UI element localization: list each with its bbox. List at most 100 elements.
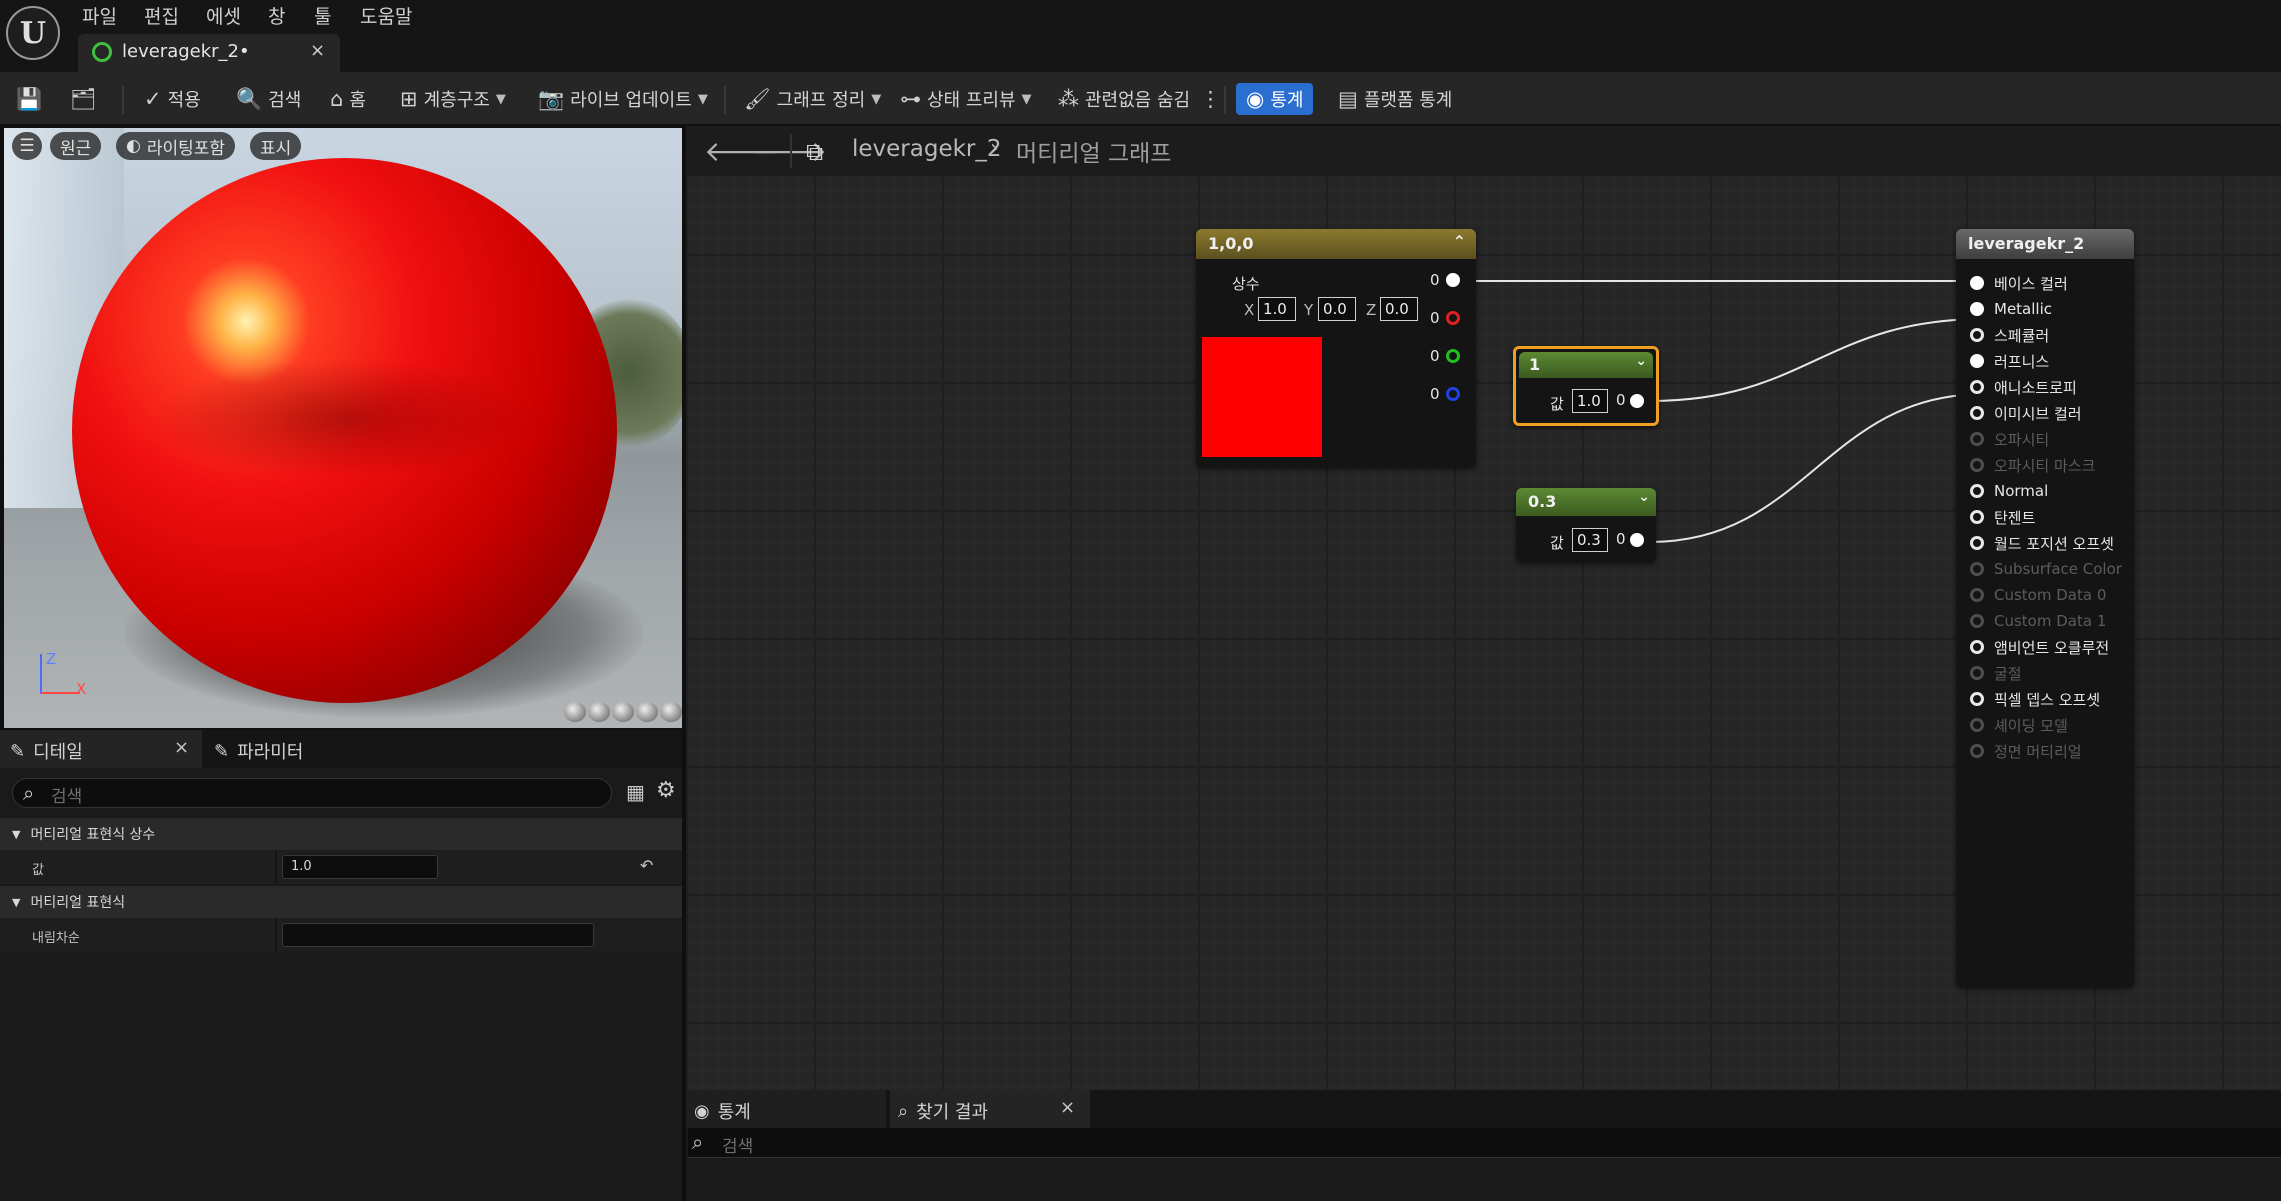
menu-tools[interactable]: 툴	[314, 2, 331, 29]
menu-help[interactable]: 도움말	[360, 2, 412, 29]
material-input-pin-row[interactable]: Custom Data 1	[1970, 609, 2106, 633]
constant-node-1[interactable]: 1 ⌄ 값 1.0 0	[1513, 346, 1659, 426]
material-input-pin-row[interactable]: 오파시티 마스크	[1970, 453, 2095, 477]
tab-stats[interactable]: ◉ 통계	[686, 1090, 886, 1128]
material-input-pin-row[interactable]: 픽셀 뎁스 오프셋	[1970, 687, 2100, 711]
menu-file[interactable]: 파일	[82, 2, 117, 29]
menu-window[interactable]: 창	[268, 2, 285, 29]
material-input-pin-row[interactable]: 탄젠트	[1970, 505, 2035, 529]
close-icon[interactable]: ×	[310, 40, 325, 61]
chevron-up-icon[interactable]: ⌃	[1453, 232, 1466, 251]
value-input[interactable]: 0.3	[1572, 528, 1608, 552]
input-pin[interactable]	[1970, 406, 1984, 420]
details-search-input[interactable]: ⌕ 검색	[12, 778, 612, 808]
value-input[interactable]: 1.0	[282, 855, 438, 879]
constant-node-2[interactable]: 0.3 ⌄ 값 0.3 0	[1516, 488, 1656, 562]
chevron-down-icon[interactable]: ⌄	[1635, 353, 1647, 369]
desc-input[interactable]	[282, 923, 594, 947]
output-g-pin[interactable]	[1446, 349, 1460, 363]
input-pin[interactable]	[1970, 380, 1984, 394]
material-output-node[interactable]: leveragekr_2 베이스 컬러 Metallic 스페큘러 러프니스 애니소트로…	[1956, 229, 2134, 987]
material-input-pin-row[interactable]: Custom Data 0	[1970, 583, 2106, 607]
section-material-expression-constant[interactable]: ▼ 머티리얼 표현식 상수	[0, 818, 682, 850]
input-pin[interactable]	[1970, 588, 1984, 602]
output-rgb-pin[interactable]	[1446, 273, 1460, 287]
home-button[interactable]: ⌂ 홈	[330, 83, 366, 115]
z-value-input[interactable]: 0.0	[1380, 297, 1418, 321]
apply-button[interactable]: ✓ 적용	[144, 83, 201, 115]
material-preview-viewport[interactable]: ☰ 원근 ◐ 라이팅포함 표시 Z X	[4, 128, 682, 728]
value-input[interactable]: 1.0	[1572, 389, 1608, 413]
material-input-pin-row[interactable]: 베이스 컬러	[1970, 271, 2068, 295]
crumb-asset[interactable]: leveragekr_2	[852, 136, 1002, 162]
output-b-pin[interactable]	[1446, 387, 1460, 401]
input-pin[interactable]	[1970, 692, 1984, 706]
material-input-pin-row[interactable]: 셰이딩 모델	[1970, 713, 2068, 737]
material-input-pin-row[interactable]: Metallic	[1970, 297, 2052, 321]
input-pin[interactable]	[1970, 432, 1984, 446]
unreal-logo[interactable]: U	[6, 6, 60, 60]
search-button[interactable]: 🔍 검색	[236, 83, 301, 115]
sphere-preview-icon[interactable]	[588, 702, 610, 722]
material-input-pin-row[interactable]: 정면 머티리얼	[1970, 739, 2082, 763]
material-input-pin-row[interactable]: 월드 포지션 오프셋	[1970, 531, 2114, 555]
show-button[interactable]: 표시	[250, 132, 302, 160]
table-view-icon[interactable]: ▦	[626, 780, 645, 804]
constant3vector-node[interactable]: 1,0,0 ⌃ 상수 X 1.0 Y 0.0 Z 0.0 0 0 0 0	[1196, 229, 1476, 467]
state-preview-dropdown[interactable]: ⊶ 상태 프리뷰 ▼	[900, 83, 1032, 115]
tab-find-results[interactable]: ⌕ 찾기 결과 ×	[890, 1090, 1090, 1128]
input-pin[interactable]	[1970, 354, 1984, 368]
input-pin[interactable]	[1970, 276, 1984, 290]
tab-details[interactable]: ✎ 디테일 ×	[0, 730, 202, 768]
tab-parameters[interactable]: ✎ 파라미터	[214, 738, 303, 764]
menu-asset[interactable]: 에셋	[206, 2, 241, 29]
lit-mode-button[interactable]: ◐ 라이팅포함	[116, 132, 236, 160]
reset-arrow-icon[interactable]: ↶	[640, 856, 653, 875]
browse-button[interactable]: 🗂	[70, 83, 103, 115]
viewport-menu-button[interactable]: ☰	[12, 132, 42, 160]
graph-cleanup-dropdown[interactable]: 🖌 그래프 정리 ▼	[744, 83, 881, 115]
material-input-pin-row[interactable]: 러프니스	[1970, 349, 2049, 373]
material-input-pin-row[interactable]: 애니소트로피	[1970, 375, 2077, 399]
input-pin[interactable]	[1970, 302, 1984, 316]
output-r-pin[interactable]	[1446, 311, 1460, 325]
material-input-pin-row[interactable]: 앰비언트 오클루전	[1970, 635, 2109, 659]
input-pin[interactable]	[1970, 328, 1984, 342]
gear-icon[interactable]: ⚙	[656, 778, 676, 803]
material-input-pin-row[interactable]: 이미시브 컬러	[1970, 401, 2082, 425]
cylinder-preview-icon[interactable]	[564, 702, 586, 722]
hide-unrelated-button[interactable]: ⁂ 관련없음 숨김	[1058, 83, 1190, 115]
input-pin[interactable]	[1970, 744, 1984, 758]
document-tab[interactable]: leveragekr_2• ×	[78, 34, 340, 72]
chevron-down-icon[interactable]: ⌄	[1638, 489, 1650, 505]
input-pin[interactable]	[1970, 562, 1984, 576]
save-button[interactable]: 💾	[16, 83, 48, 115]
hierarchy-dropdown[interactable]: ⊞ 계층구조 ▼	[400, 83, 506, 115]
custom-mesh-preview-icon[interactable]	[660, 702, 682, 722]
input-pin[interactable]	[1970, 458, 1984, 472]
menu-edit[interactable]: 편집	[144, 2, 179, 29]
close-icon[interactable]: ×	[1060, 1097, 1075, 1118]
stats-button[interactable]: ◉ 통계	[1236, 83, 1314, 115]
cube-preview-icon[interactable]	[636, 702, 658, 722]
platform-stats-button[interactable]: ▤ 플랫폼 통계	[1338, 83, 1452, 115]
output-pin[interactable]	[1630, 533, 1644, 547]
material-graph-canvas[interactable]: 🡐 🡒 ⧉ leveragekr_2 › 머티리얼 그래프 1,0,0 ⌃ 상수…	[686, 126, 2281, 1090]
more-options-button[interactable]: ⋮	[1200, 83, 1227, 115]
material-input-pin-row[interactable]: Subsurface Color	[1970, 557, 2122, 581]
material-input-pin-row[interactable]: 굴절	[1970, 661, 2022, 685]
plane-preview-icon[interactable]	[612, 702, 634, 722]
input-pin[interactable]	[1970, 510, 1984, 524]
input-pin[interactable]	[1970, 640, 1984, 654]
material-input-pin-row[interactable]: 스페큘러	[1970, 323, 2049, 347]
material-input-pin-row[interactable]: Normal	[1970, 479, 2048, 503]
section-material-expression[interactable]: ▼ 머티리얼 표현식	[0, 886, 682, 918]
y-value-input[interactable]: 0.0	[1318, 297, 1356, 321]
live-update-dropdown[interactable]: 📷 라이브 업데이트 ▼	[538, 83, 708, 115]
input-pin[interactable]	[1970, 666, 1984, 680]
perspective-button[interactable]: 원근	[50, 132, 102, 160]
input-pin[interactable]	[1970, 536, 1984, 550]
close-icon[interactable]: ×	[174, 737, 189, 758]
material-input-pin-row[interactable]: 오파시티	[1970, 427, 2049, 451]
x-value-input[interactable]: 1.0	[1258, 297, 1296, 321]
